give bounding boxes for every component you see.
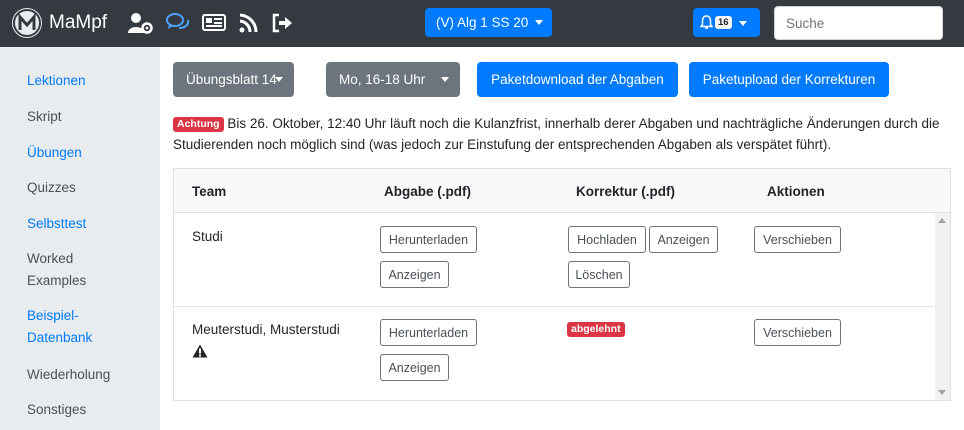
sidebar-item-lektionen[interactable]: Lektionen bbox=[27, 70, 86, 92]
sidebar-item-wiederholung[interactable]: Wiederholung bbox=[27, 364, 110, 386]
team-name: Meuterstudi, Musterstudi bbox=[192, 322, 340, 337]
scroll-down-icon[interactable] bbox=[938, 390, 946, 395]
comments-icon[interactable] bbox=[166, 12, 190, 34]
column-header-team: Team bbox=[192, 184, 227, 199]
scroll-up-icon[interactable] bbox=[938, 218, 946, 223]
notifications-button[interactable]: 16 bbox=[693, 8, 760, 37]
lecture-selector-button[interactable]: (V) Alg 1 SS 20 bbox=[425, 8, 552, 37]
sidebar-item-uebungen[interactable]: Übungen bbox=[27, 142, 82, 164]
column-header-submission: Abgabe (.pdf) bbox=[384, 184, 471, 199]
submissions-table: Team Abgabe (.pdf) Korrektur (.pdf) Akti… bbox=[173, 168, 951, 401]
notice-text: Bis 26. Oktober, 12:40 Uhr läuft noch di… bbox=[173, 116, 940, 152]
assignment-label: Übungsblatt 14 bbox=[186, 72, 277, 87]
user-settings-icon[interactable] bbox=[128, 12, 154, 34]
grace-period-notice: Achtung Bis 26. Oktober, 12:40 Uhr läuft… bbox=[173, 113, 948, 155]
sidebar-item-skript[interactable]: Skript bbox=[27, 106, 62, 128]
sidebar-item-quizzes[interactable]: Quizzes bbox=[27, 177, 76, 199]
feed-icon[interactable] bbox=[238, 12, 258, 34]
sidebar-item-selbsttest[interactable]: Selbsttest bbox=[27, 213, 86, 235]
sidebar-item-sonstiges[interactable]: Sonstiges bbox=[27, 399, 86, 421]
mampf-logo-icon bbox=[12, 8, 42, 38]
bell-icon bbox=[699, 15, 714, 33]
sidebar-item-worked-examples[interactable]: Worked Examples bbox=[27, 248, 107, 292]
brand[interactable]: MaMpf bbox=[12, 8, 107, 38]
team-name: Studi bbox=[192, 229, 223, 244]
view-submission-button[interactable]: Anzeigen bbox=[380, 354, 449, 381]
move-submission-button[interactable]: Verschieben bbox=[754, 226, 841, 253]
notification-count-badge: 16 bbox=[715, 16, 732, 29]
warning-badge: Achtung bbox=[173, 117, 224, 132]
assignment-selector-button[interactable]: Übungsblatt 14 bbox=[173, 62, 294, 97]
package-upload-button[interactable]: Paketupload der Korrekturen bbox=[689, 62, 889, 97]
sidebar: Lektionen Skript Übungen Quizzes Selbstt… bbox=[0, 47, 160, 430]
warning-triangle-icon bbox=[192, 344, 208, 361]
view-correction-button[interactable]: Anzeigen bbox=[649, 226, 718, 253]
chevron-down-icon bbox=[535, 20, 543, 25]
column-header-actions: Aktionen bbox=[767, 184, 825, 199]
row-divider bbox=[174, 306, 934, 307]
news-icon[interactable] bbox=[202, 12, 226, 32]
tutorial-label: Mo, 16-18 Uhr bbox=[339, 72, 426, 87]
chevron-down-icon bbox=[739, 21, 747, 26]
logout-icon[interactable] bbox=[271, 12, 293, 34]
column-header-correction: Korrektur (.pdf) bbox=[576, 184, 675, 199]
view-submission-button[interactable]: Anzeigen bbox=[380, 261, 449, 288]
upload-correction-button[interactable]: Hochladen bbox=[568, 226, 646, 253]
package-download-button[interactable]: Paketdownload der Abgaben bbox=[477, 62, 678, 97]
rejected-badge: abgelehnt bbox=[567, 322, 625, 337]
top-navbar: MaMpf (V) Alg 1 SS 20 16 Suche bbox=[0, 0, 964, 47]
sidebar-item-beispiel-datenbank[interactable]: Beispiel-Datenbank bbox=[27, 305, 107, 349]
tutorial-selector-button[interactable]: Mo, 16-18 Uhr bbox=[326, 62, 460, 97]
brand-name: MaMpf bbox=[49, 12, 108, 33]
download-submission-button[interactable]: Herunterladen bbox=[380, 319, 477, 346]
table-header: Team Abgabe (.pdf) Korrektur (.pdf) Akti… bbox=[174, 169, 950, 213]
move-submission-button[interactable]: Verschieben bbox=[754, 319, 841, 346]
download-submission-button[interactable]: Herunterladen bbox=[380, 226, 477, 253]
chevron-down-icon bbox=[275, 77, 283, 82]
table-scrollbar[interactable] bbox=[935, 213, 950, 400]
chevron-down-icon bbox=[441, 77, 449, 82]
delete-correction-button[interactable]: Löschen bbox=[568, 261, 630, 288]
lecture-label: (V) Alg 1 SS 20 bbox=[436, 15, 529, 30]
search-input[interactable] bbox=[774, 6, 943, 40]
